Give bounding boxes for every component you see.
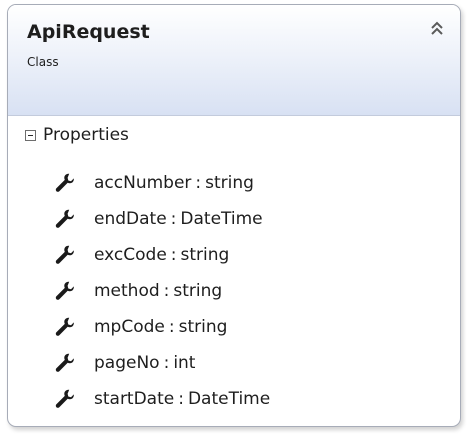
property-type: DateTime <box>180 209 263 229</box>
class-header[interactable]: ApiRequest Class <box>8 5 460 116</box>
wrench-icon <box>54 388 76 410</box>
property-name: method <box>94 281 160 301</box>
wrench-icon <box>54 280 76 302</box>
wrench-icon <box>54 172 76 194</box>
double-chevron-up-icon <box>431 21 443 35</box>
property-type: string <box>180 245 230 265</box>
property-list: accNumber: string endDate: DateTime excCode:… <box>54 165 270 417</box>
properties-section-header[interactable]: Properties <box>25 122 129 148</box>
property-item[interactable]: method: string <box>54 273 270 309</box>
property-name: pageNo <box>94 353 160 373</box>
minus-box-icon[interactable] <box>25 129 36 141</box>
section-title: Properties <box>43 125 129 145</box>
property-item[interactable]: endDate: DateTime <box>54 201 270 237</box>
property-type: string <box>205 173 254 193</box>
property-type: string <box>178 317 228 337</box>
property-name: excCode <box>94 245 167 265</box>
property-type: int <box>173 353 196 373</box>
property-type: DateTime <box>187 389 271 409</box>
wrench-icon <box>54 244 76 266</box>
property-name: startDate <box>94 389 175 409</box>
class-shape[interactable]: ApiRequest Class Properties accNumber: st… <box>7 4 461 427</box>
type-separator: : <box>163 353 170 373</box>
property-name: mpCode <box>94 317 165 337</box>
wrench-icon <box>54 316 76 338</box>
property-item[interactable]: startDate: DateTime <box>54 381 270 417</box>
property-item[interactable]: accNumber: string <box>54 165 270 201</box>
class-kind: Class <box>27 55 59 69</box>
type-separator: : <box>170 245 177 265</box>
property-name: endDate <box>94 209 167 229</box>
collapse-button[interactable] <box>426 18 448 40</box>
wrench-icon <box>54 352 76 374</box>
property-type: string <box>173 281 223 301</box>
type-separator: : <box>163 281 170 301</box>
class-name: ApiRequest <box>27 21 150 43</box>
property-item[interactable]: mpCode: string <box>54 309 270 345</box>
property-name: accNumber <box>94 173 192 193</box>
property-item[interactable]: excCode: string <box>54 237 270 273</box>
type-separator: : <box>170 209 177 229</box>
wrench-icon <box>54 208 76 230</box>
type-separator: : <box>168 317 175 337</box>
type-separator: : <box>178 389 184 409</box>
property-item[interactable]: pageNo: int <box>54 345 270 381</box>
type-separator: : <box>195 173 202 193</box>
